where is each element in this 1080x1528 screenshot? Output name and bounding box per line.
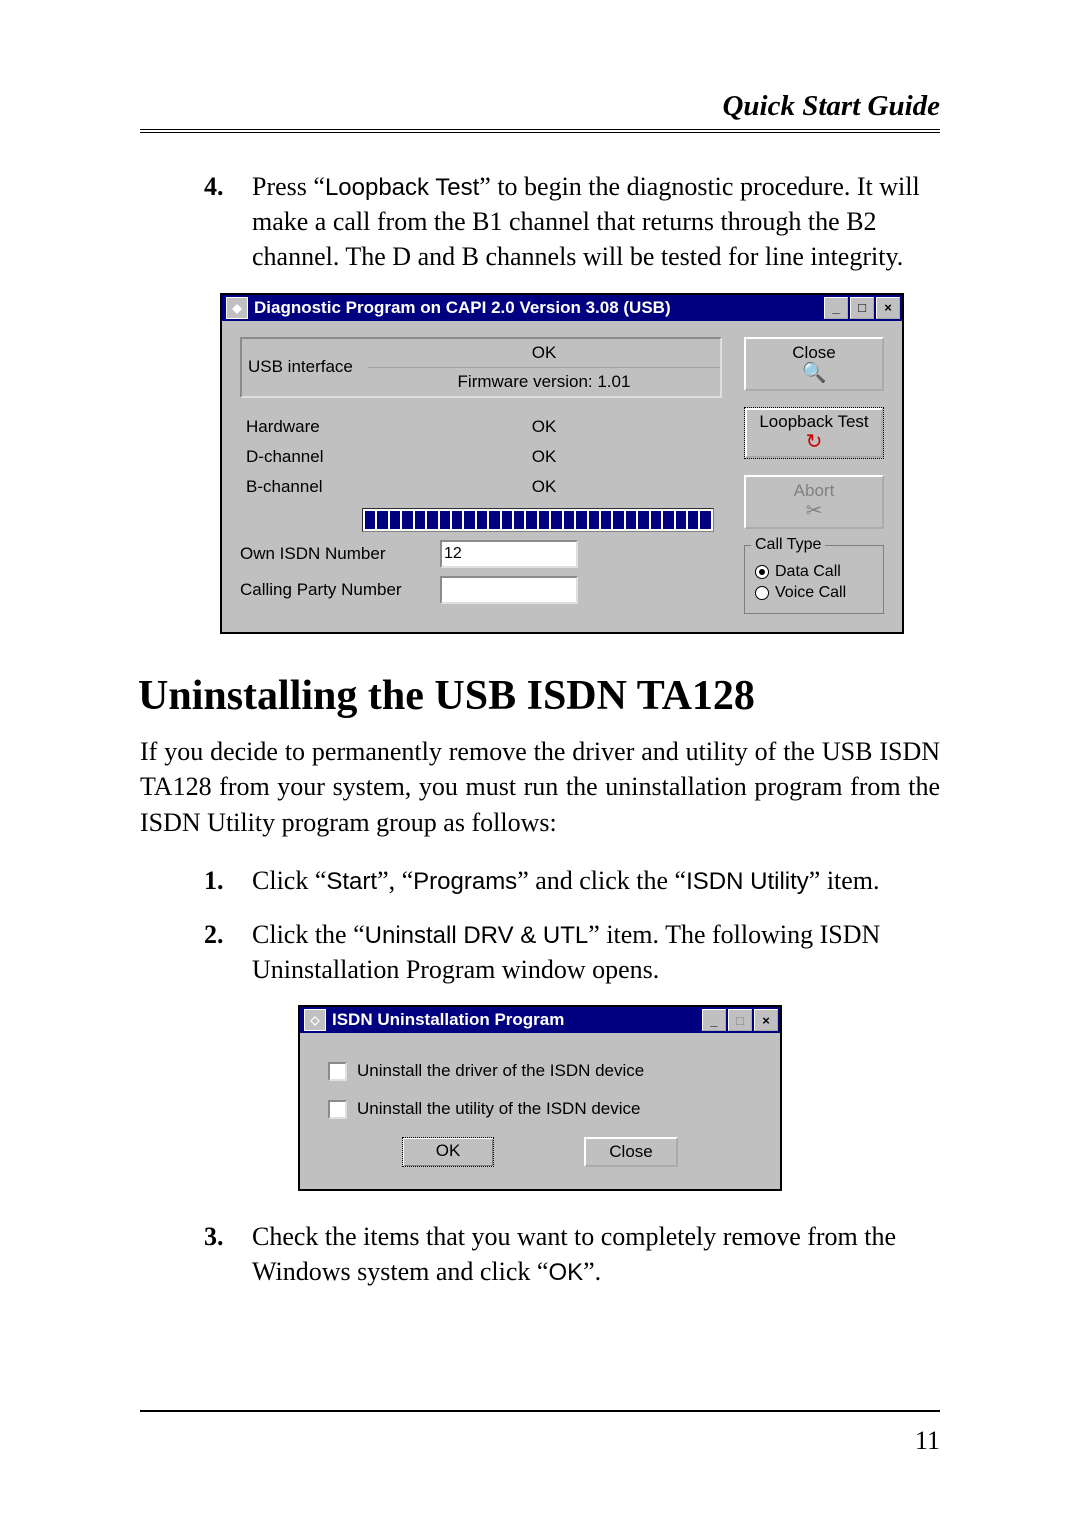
checkbox-uninstall-utility[interactable]: Uninstall the utility of the ISDN device [328, 1099, 752, 1119]
close-icon: 🔍 [748, 363, 880, 383]
firmware-version: Firmware version: 1.01 [368, 368, 720, 396]
row-dchannel: D-channel OK [240, 442, 722, 472]
window-title: Diagnostic Program on CAPI 2.0 Version 3… [252, 298, 824, 318]
titlebar: ◇ ISDN Uninstallation Program _ □ × [300, 1007, 780, 1033]
radio-label: Voice Call [775, 584, 846, 602]
own-isdn-label: Own ISDN Number [240, 544, 440, 564]
maximize-button: □ [728, 1009, 752, 1031]
diagnostic-window: ◆ Diagnostic Program on CAPI 2.0 Version… [220, 293, 904, 634]
step-text: Press “Loopback Test” to begin the diagn… [252, 169, 940, 275]
checkbox-uninstall-driver[interactable]: Uninstall the driver of the ISDN device [328, 1061, 752, 1081]
value: OK [366, 477, 722, 497]
step-2: 2. Click the “Uninstall DRV & UTL” item.… [204, 917, 940, 987]
own-isdn-row: Own ISDN Number [240, 540, 722, 568]
label: B-channel [240, 477, 366, 497]
call-type-group: Call Type Data Call Voice Call [744, 545, 884, 614]
start-label: Start [326, 868, 377, 895]
text: ” and click the “ [517, 866, 686, 895]
uninstallation-window: ◇ ISDN Uninstallation Program _ □ × Unin… [298, 1005, 782, 1191]
usb-interface-panel: USB interface OK Firmware version: 1.01 [240, 337, 722, 398]
progress-bar [362, 508, 714, 532]
button-label: Loopback Test [747, 412, 881, 432]
step-number: 2. [204, 917, 252, 987]
window-title: ISDN Uninstallation Program [330, 1010, 702, 1030]
page-number: 11 [915, 1426, 940, 1456]
checkbox-label: Uninstall the driver of the ISDN device [357, 1061, 644, 1081]
header-rule [140, 129, 940, 133]
close-action-button[interactable]: Close 🔍 [744, 337, 884, 391]
uninstall-label: Uninstall DRV & UTL [365, 922, 589, 949]
step-number: 1. [204, 863, 252, 898]
close-button[interactable]: × [754, 1009, 778, 1031]
text: Click “ [252, 866, 326, 895]
intro-paragraph: If you decide to permanently remove the … [140, 734, 940, 842]
row-hardware: Hardware OK [240, 412, 722, 442]
label: Hardware [240, 417, 366, 437]
group-legend: Call Type [751, 536, 825, 554]
loopback-label: Loopback Test [325, 174, 479, 201]
text: ”. [583, 1257, 601, 1286]
loopback-test-button[interactable]: Loopback Test ↻ [744, 407, 884, 459]
abort-button[interactable]: Abort ✂ [744, 475, 884, 529]
own-isdn-input[interactable] [440, 540, 578, 568]
checkbox-icon [328, 1100, 347, 1119]
ok-label: OK [548, 1259, 583, 1286]
close-action-button[interactable]: Close [584, 1137, 678, 1167]
checkbox-label: Uninstall the utility of the ISDN device [357, 1099, 640, 1119]
calling-party-row: Calling Party Number [240, 576, 722, 604]
isdn-utility-label: ISDN Utility [686, 868, 809, 895]
step-text: Click the “Uninstall DRV & UTL” item. Th… [252, 917, 940, 987]
button-label: Close [748, 343, 880, 363]
label: D-channel [240, 447, 366, 467]
minimize-button[interactable]: _ [702, 1009, 726, 1031]
abort-icon: ✂ [748, 501, 880, 521]
programs-label: Programs [413, 868, 517, 895]
radio-voice-call[interactable]: Voice Call [755, 584, 873, 602]
checkbox-icon [328, 1062, 347, 1081]
calling-party-label: Calling Party Number [240, 580, 440, 600]
step-number: 4. [204, 169, 252, 275]
step-4: 4. Press “Loopback Test” to begin the di… [204, 169, 940, 275]
step-1: 1. Click “Start”, “Programs” and click t… [204, 863, 940, 898]
usb-label: USB interface [242, 339, 368, 396]
value: OK [366, 417, 722, 437]
text: Press “ [252, 172, 325, 201]
radio-label: Data Call [775, 563, 841, 581]
page-header: Quick Start Guide [140, 90, 940, 129]
text: ” item. [809, 866, 880, 895]
radio-icon [755, 586, 769, 600]
titlebar: ◆ Diagnostic Program on CAPI 2.0 Version… [222, 295, 902, 321]
text: Click the “ [252, 920, 365, 949]
button-label: Abort [748, 481, 880, 501]
step-3: 3. Check the items that you want to comp… [204, 1219, 940, 1289]
ok-button[interactable]: OK [402, 1137, 494, 1167]
footer-rule [140, 1410, 940, 1412]
usb-status: OK [368, 339, 720, 368]
maximize-button[interactable]: □ [850, 297, 874, 319]
close-button[interactable]: × [876, 297, 900, 319]
app-icon: ◇ [304, 1009, 326, 1031]
minimize-button[interactable]: _ [824, 297, 848, 319]
row-bchannel: B-channel OK [240, 472, 722, 502]
app-icon: ◆ [226, 297, 248, 319]
step-number: 3. [204, 1219, 252, 1289]
step-text: Check the items that you want to complet… [252, 1219, 940, 1289]
text: ”, “ [377, 866, 413, 895]
radio-data-call[interactable]: Data Call [755, 563, 873, 581]
loopback-icon: ↻ [747, 432, 881, 452]
status-grid: Hardware OK D-channel OK B-channel OK [240, 412, 722, 532]
step-text: Click “Start”, “Programs” and click the … [252, 863, 940, 898]
radio-icon [755, 565, 769, 579]
section-heading: Uninstalling the USB ISDN TA128 [138, 672, 940, 720]
value: OK [366, 447, 722, 467]
calling-party-input[interactable] [440, 576, 578, 604]
